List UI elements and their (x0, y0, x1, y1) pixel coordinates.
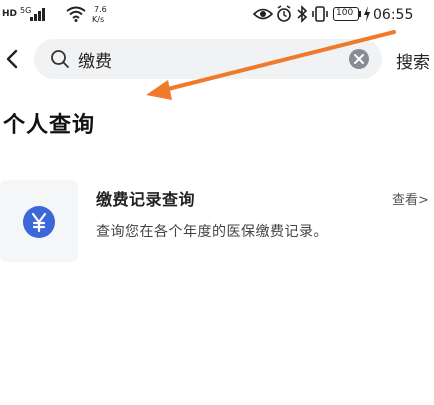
result-title[interactable]: 缴费记录查询 (96, 186, 195, 210)
status-bar: HD 5G 7.6 K/s 100 06:55 (0, 0, 434, 30)
search-input[interactable] (78, 47, 338, 71)
battery-icon: 100 (333, 7, 359, 21)
result-description: 查询您在各个年度的医保缴费记录。 (96, 224, 328, 240)
wifi-icon (66, 6, 86, 22)
battery-level: 100 (336, 8, 354, 18)
yen-icon (23, 206, 55, 238)
view-link[interactable]: 查看> (392, 189, 429, 208)
eye-icon (253, 8, 273, 20)
search-button[interactable]: 搜索 (396, 48, 430, 73)
clear-icon[interactable] (348, 48, 370, 70)
section-title: 个人查询 (3, 113, 96, 138)
bluetooth-icon (297, 5, 308, 23)
search-icon (51, 50, 69, 68)
search-box[interactable] (34, 39, 382, 79)
chevron-left-icon (6, 49, 18, 69)
back-button[interactable] (2, 45, 22, 73)
hd-indicator: HD (2, 9, 18, 19)
charging-icon (364, 6, 370, 22)
speed-unit: K/s (92, 15, 105, 24)
vibrate-icon (312, 6, 328, 22)
signal-icon (30, 8, 45, 21)
speed-value: 7.6 (94, 5, 107, 14)
clock: 06:55 (373, 7, 414, 23)
alarm-icon (277, 5, 291, 22)
battery-tip (359, 11, 361, 17)
